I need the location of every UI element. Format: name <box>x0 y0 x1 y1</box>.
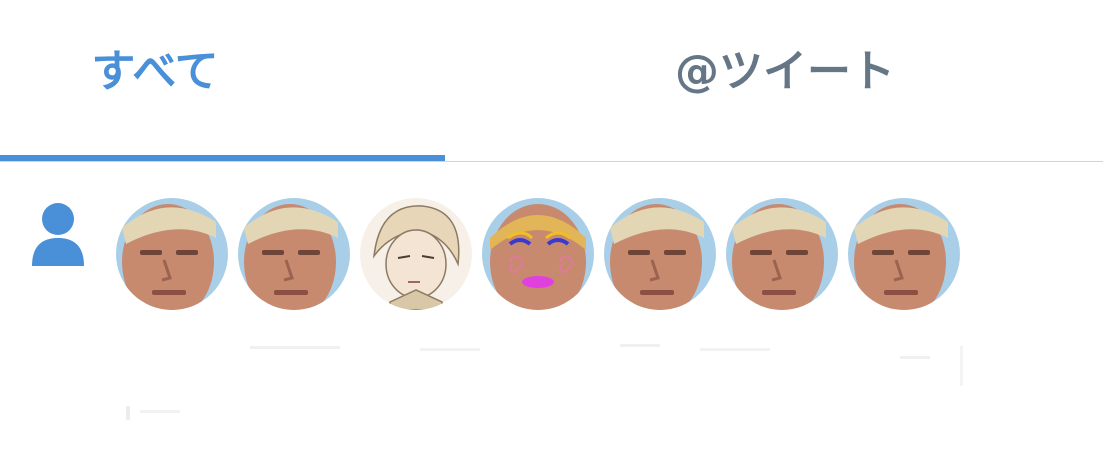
tab-mentions-label: @ツイート <box>675 45 895 97</box>
active-tab-indicator <box>0 155 445 161</box>
tab-all[interactable]: すべて <box>0 0 310 161</box>
notification-tabs: すべて @ツイート <box>0 0 1103 162</box>
avatar-list <box>116 198 970 310</box>
avatar[interactable] <box>482 198 594 310</box>
person-icon <box>32 203 84 266</box>
avatar[interactable] <box>116 198 228 310</box>
avatar[interactable] <box>238 198 350 310</box>
avatar[interactable] <box>360 198 472 310</box>
avatar[interactable] <box>848 198 960 310</box>
tab-all-label: すべて <box>91 45 219 97</box>
follow-notification[interactable] <box>0 162 1103 467</box>
avatar[interactable] <box>604 198 716 310</box>
redacted-notification-text <box>126 344 963 420</box>
tab-mentions[interactable]: @ツイート <box>620 0 950 161</box>
avatar[interactable] <box>726 198 838 310</box>
